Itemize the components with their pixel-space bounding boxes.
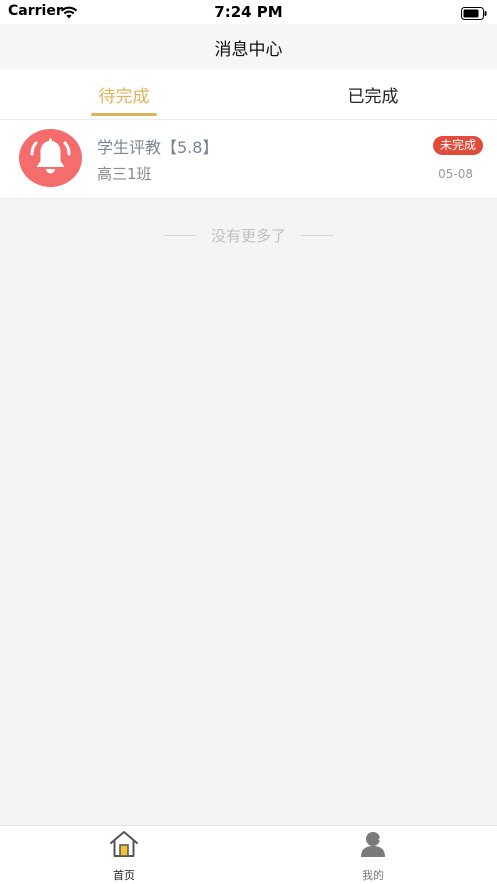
battery-icon: [461, 5, 487, 20]
tabbar-label-mine: 我的: [362, 869, 384, 882]
bell-icon: [19, 129, 82, 187]
status-bar: Carrier 7:24 PM: [0, 0, 497, 24]
message-title: 学生评教【5.8】: [97, 138, 219, 157]
active-tab-indicator: [91, 113, 157, 116]
home-icon: [109, 830, 139, 862]
clock: 7:24 PM: [214, 3, 283, 21]
page-title: 消息中心: [214, 40, 283, 60]
message-date: 05-08: [438, 167, 473, 181]
bottom-tab-bar: 首页 我的: [0, 825, 497, 884]
user-icon: [359, 830, 387, 862]
tabbar-label-home: 首页: [113, 869, 135, 882]
divider-line: [301, 235, 334, 236]
divider-line: [163, 235, 196, 236]
tab-completed-label: 已完成: [347, 87, 399, 107]
tabbar-item-mine[interactable]: 我的: [249, 826, 497, 884]
tabbar-item-home[interactable]: 首页: [0, 826, 248, 884]
nav-bar: 消息中心: [0, 24, 497, 69]
message-tabs: 待完成 已完成: [0, 69, 497, 119]
no-more-text: 没有更多了: [210, 227, 286, 245]
no-more-indicator: 没有更多了: [0, 225, 497, 245]
tab-completed[interactable]: 已完成: [249, 69, 497, 119]
list-item[interactable]: 学生评教【5.8】 高三1班 未完成 05-08: [0, 120, 497, 199]
tab-pending[interactable]: 待完成: [0, 69, 248, 119]
message-class: 高三1班: [97, 165, 152, 183]
tab-pending-label: 待完成: [98, 87, 150, 107]
status-badge: 未完成: [432, 136, 483, 155]
